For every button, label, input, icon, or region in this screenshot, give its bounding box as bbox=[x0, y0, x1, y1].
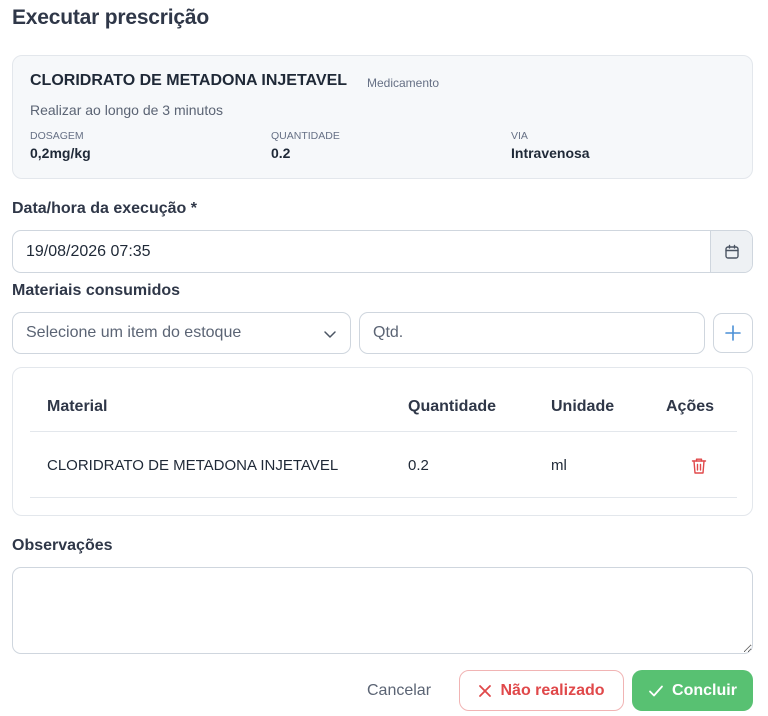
route-label: VIA bbox=[511, 130, 528, 142]
observations-textarea[interactable] bbox=[12, 567, 753, 654]
close-icon bbox=[479, 684, 492, 697]
calendar-button[interactable] bbox=[710, 231, 752, 272]
plus-icon bbox=[725, 325, 741, 341]
column-header-actions: Ações bbox=[666, 398, 715, 415]
table-row-divider bbox=[30, 497, 737, 498]
dosage-label: DOSAGEM bbox=[30, 130, 84, 142]
calendar-icon bbox=[724, 244, 739, 259]
materials-label: Materiais consumidos bbox=[12, 282, 181, 299]
row-quantity: 0.2 bbox=[408, 457, 429, 474]
materials-table: Material Quantidade Unidade Ações CLORID… bbox=[12, 367, 753, 516]
material-quantity-input[interactable] bbox=[359, 312, 705, 354]
dosage-value: 0,2mg/kg bbox=[30, 145, 91, 161]
conclude-label: Concluir bbox=[672, 681, 737, 699]
not-done-label: Não realizado bbox=[500, 681, 605, 699]
medication-name: CLORIDRATO DE METADONA INJETAVEL bbox=[30, 72, 348, 89]
column-header-unit: Unidade bbox=[551, 398, 615, 415]
observations-label: Observações bbox=[12, 537, 113, 554]
row-material: CLORIDRATO DE METADONA INJETAVEL bbox=[47, 457, 339, 474]
column-header-material: Material bbox=[47, 398, 108, 415]
medication-card: CLORIDRATO DE METADONA INJETAVEL Medicam… bbox=[12, 55, 753, 179]
route-value: Intravenosa bbox=[511, 145, 590, 161]
stock-item-select[interactable]: Selecione um item do estoque bbox=[12, 312, 351, 354]
execution-datetime-label: Data/hora da execução * bbox=[12, 200, 197, 217]
row-unit: ml bbox=[551, 457, 567, 474]
medication-instructions: Realizar ao longo de 3 minutos bbox=[30, 102, 224, 118]
table-header-divider bbox=[30, 431, 737, 432]
execution-datetime-value[interactable]: 19/08/2026 07:35 bbox=[26, 243, 151, 261]
medication-type: Medicamento bbox=[367, 76, 440, 90]
trash-icon[interactable] bbox=[691, 457, 707, 475]
chevron-down-icon bbox=[324, 331, 336, 338]
stock-item-select-placeholder: Selecione um item do estoque bbox=[26, 324, 242, 341]
quantity-value: 0.2 bbox=[271, 145, 291, 161]
quantity-label: QUANTIDADE bbox=[271, 130, 340, 142]
not-done-button[interactable]: Não realizado bbox=[459, 670, 624, 711]
column-header-quantity: Quantidade bbox=[408, 398, 497, 415]
dialog-title: Executar prescrição bbox=[12, 6, 209, 29]
check-icon bbox=[649, 685, 663, 696]
execution-datetime-input[interactable]: 19/08/2026 07:35 bbox=[12, 230, 753, 273]
add-material-button[interactable] bbox=[713, 313, 753, 353]
cancel-button[interactable]: Cancelar bbox=[352, 672, 446, 710]
conclude-button[interactable]: Concluir bbox=[632, 670, 753, 711]
